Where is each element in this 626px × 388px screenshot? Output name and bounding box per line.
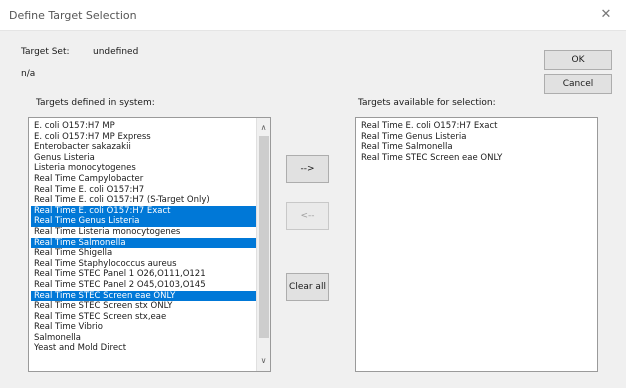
- target-set-value: undefined: [93, 47, 139, 57]
- list-item[interactable]: Real Time STEC Panel 2 O45,O103,O145: [31, 280, 270, 291]
- add-button[interactable]: -->: [286, 155, 329, 183]
- targets-available-items: Real Time E. coli O157:H7 Exact Real Time…: [358, 121, 597, 163]
- target-set-note: n/a: [21, 69, 36, 79]
- list-item[interactable]: Real Time E. coli O157:H7 (S-Target Only…: [31, 195, 270, 206]
- list-item[interactable]: E. coli O157:H7 MP: [31, 121, 270, 132]
- list-item[interactable]: Listeria monocytogenes: [31, 163, 270, 174]
- scroll-thumb[interactable]: [259, 136, 269, 338]
- list-item[interactable]: Real Time E. coli O157:H7 Exact: [31, 205, 270, 217]
- list-item[interactable]: Real Time E. coli O157:H7 Exact: [358, 121, 597, 132]
- ok-button[interactable]: OK: [544, 50, 612, 70]
- list-item[interactable]: Real Time STEC Screen stx,eae: [31, 312, 270, 323]
- list-item[interactable]: Real Time Genus Listeria: [358, 132, 597, 143]
- left-panel-label: Targets defined in system:: [36, 98, 155, 108]
- list-item[interactable]: Enterobacter sakazakii: [31, 142, 270, 153]
- list-item[interactable]: Genus Listeria: [31, 153, 270, 164]
- list-item[interactable]: Real Time STEC Screen eae ONLY: [31, 290, 270, 302]
- list-item[interactable]: Real Time Genus Listeria: [31, 216, 270, 227]
- remove-button[interactable]: <--: [286, 202, 329, 230]
- list-item[interactable]: Yeast and Mold Direct: [31, 343, 270, 354]
- list-item[interactable]: Real Time Salmonella: [31, 237, 270, 249]
- targets-defined-list[interactable]: E. coli O157:H7 MP E. coli O157:H7 MP Exp…: [28, 117, 271, 372]
- list-item[interactable]: Real Time STEC Screen stx ONLY: [31, 301, 270, 312]
- title-bar: Define Target Selection ✕: [0, 0, 626, 31]
- list-item[interactable]: Salmonella: [31, 333, 270, 344]
- window-title: Define Target Selection: [9, 9, 137, 22]
- chevron-up-icon[interactable]: ∧: [257, 122, 270, 134]
- list-item[interactable]: Real Time Campylobacter: [31, 174, 270, 185]
- target-set-label: Target Set:: [21, 47, 70, 57]
- close-icon[interactable]: ✕: [586, 0, 626, 30]
- list-item[interactable]: Real Time Listeria monocytogenes: [31, 227, 270, 238]
- targets-defined-scrollbar[interactable]: ∧ ∨: [256, 118, 270, 371]
- list-item[interactable]: Real Time Vibrio: [31, 322, 270, 333]
- cancel-button[interactable]: Cancel: [544, 74, 612, 94]
- list-item[interactable]: Real Time Staphylococcus aureus: [31, 259, 270, 270]
- list-item[interactable]: Real Time STEC Screen eae ONLY: [358, 153, 597, 164]
- clear-all-button[interactable]: Clear all: [286, 273, 329, 301]
- list-item[interactable]: E. coli O157:H7 MP Express: [31, 132, 270, 143]
- list-item[interactable]: Real Time E. coli O157:H7: [31, 185, 270, 196]
- chevron-down-icon[interactable]: ∨: [257, 355, 270, 367]
- list-item[interactable]: Real Time STEC Panel 1 O26,O111,O121: [31, 269, 270, 280]
- right-panel-label: Targets available for selection:: [358, 98, 496, 108]
- targets-available-list[interactable]: Real Time E. coli O157:H7 Exact Real Time…: [355, 117, 598, 372]
- list-item[interactable]: Real Time Shigella: [31, 248, 270, 259]
- list-item[interactable]: Real Time Salmonella: [358, 142, 597, 153]
- targets-defined-items: E. coli O157:H7 MP E. coli O157:H7 MP Exp…: [31, 121, 270, 354]
